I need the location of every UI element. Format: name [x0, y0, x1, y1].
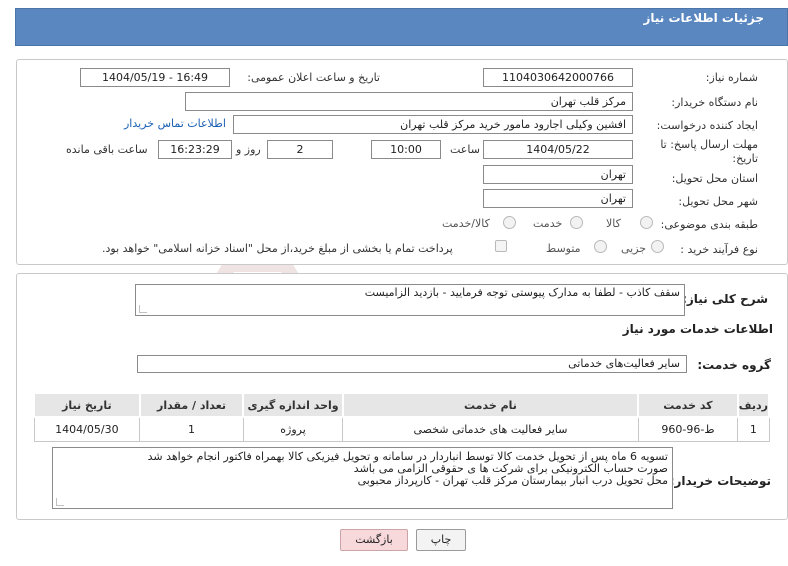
col-row-number: ردیف	[736, 392, 771, 418]
deadline-time-label: ساعت	[450, 143, 480, 156]
table-header-row: ردیف کد خدمت نام خدمت واحد اندازه گیری ت…	[33, 392, 771, 418]
category-option-goods-service: کالا/خدمت	[442, 217, 490, 230]
announce-datetime-label: تاریخ و ساعت اعلان عمومی:	[247, 71, 380, 84]
treasury-payment-checkbox[interactable]	[495, 240, 507, 252]
col-service-code: کد خدمت	[637, 392, 739, 418]
deadline-label: مهلت ارسال پاسخ: تا تاریخ:	[660, 138, 758, 165]
resize-grip-icon[interactable]	[139, 305, 147, 313]
col-need-date: تاریخ نیاز	[33, 392, 141, 418]
buyer-contact-link[interactable]: اطلاعات تماس خریدار	[124, 117, 226, 130]
category-radio-service[interactable]	[570, 216, 583, 229]
deadline-time-field[interactable]: 10:00	[371, 140, 441, 159]
category-radio-goods[interactable]	[640, 216, 653, 229]
need-number-field[interactable]: 1104030642000766	[483, 68, 633, 87]
remaining-time-label: ساعت باقی مانده	[66, 143, 148, 156]
city-label: شهر محل تحویل:	[678, 195, 758, 208]
treasury-payment-note: پرداخت تمام یا بخشی از مبلغ خرید،از محل …	[102, 242, 453, 255]
creator-label: ایجاد کننده درخواست:	[656, 119, 758, 132]
back-button[interactable]: بازگشت	[340, 529, 408, 551]
col-service-name: نام خدمت	[341, 392, 640, 418]
need-number-label: شماره نیاز:	[705, 71, 758, 84]
cell-quantity: 1	[139, 416, 244, 442]
cell-service-name: سایر فعالیت های خدماتی شخصی	[342, 416, 639, 442]
buyer-org-label: نام دستگاه خریدار:	[671, 96, 758, 109]
description-textarea[interactable]: سقف کاذب - لطفا به مدارک پیوستی توجه فرم…	[135, 284, 685, 316]
cell-service-code: ط-96-960	[637, 416, 739, 442]
process-radio-minor[interactable]	[651, 240, 664, 253]
buyer-org-field[interactable]: مرکز قلب تهران	[185, 92, 633, 111]
category-label: طبقه بندی موضوعی:	[660, 218, 758, 231]
creator-field[interactable]: افشین وکیلی اجارود مامور خرید مرکز قلب ت…	[233, 115, 633, 134]
buyer-notes-label: توضیحات خریدار:	[669, 474, 771, 488]
province-field[interactable]: تهران	[483, 165, 633, 184]
days-label: روز و	[236, 143, 261, 156]
cell-need-date: 1404/05/30	[33, 416, 141, 442]
buyer-notes-textarea[interactable]: تسویه 6 ماه پس از تحویل خدمت کالا توسط ا…	[52, 447, 673, 509]
process-option-medium: متوسط	[546, 242, 581, 255]
category-option-goods: کالا	[606, 217, 621, 230]
days-field[interactable]: 2	[267, 140, 333, 159]
col-quantity: تعداد / مقدار	[138, 392, 245, 418]
resize-grip-icon[interactable]	[56, 498, 64, 506]
description-label: شرح کلی نیاز:	[682, 292, 768, 306]
province-label: استان محل تحویل:	[671, 172, 758, 185]
city-field[interactable]: تهران	[483, 189, 633, 208]
cell-row-number: 1	[737, 416, 770, 442]
buyer-note-line: محل تحویل درب انبار بیمارستان مرکز قلب ت…	[357, 474, 668, 487]
page-title: جزئیات اطلاعات نیاز	[643, 11, 764, 25]
remaining-time-field[interactable]: 16:23:29	[158, 140, 232, 159]
services-table: ردیف کد خدمت نام خدمت واحد اندازه گیری ت…	[33, 392, 771, 442]
table-row[interactable]: 1 ط-96-960 سایر فعالیت های خدماتی شخصی پ…	[33, 416, 770, 442]
process-radio-medium[interactable]	[594, 240, 607, 253]
cell-unit: پروژه	[242, 416, 344, 442]
col-unit: واحد اندازه گیری	[242, 392, 344, 418]
print-button[interactable]: چاپ	[416, 529, 466, 551]
category-radio-goods-service[interactable]	[503, 216, 516, 229]
service-group-label: گروه خدمت:	[697, 358, 771, 372]
description-text: سقف کاذب - لطفا به مدارک پیوستی توجه فرم…	[364, 286, 680, 299]
services-title: اطلاعات خدمات مورد نیاز	[622, 322, 773, 336]
service-group-field[interactable]: سایر فعالیت‌های خدماتی	[137, 355, 687, 373]
deadline-date-field[interactable]: 1404/05/22	[483, 140, 633, 159]
process-option-minor: جزیی	[621, 242, 647, 255]
process-type-label: نوع فرآیند خرید :	[680, 243, 758, 256]
announce-datetime-field[interactable]: 1404/05/19 - 16:49	[80, 68, 230, 87]
category-option-service: خدمت	[533, 217, 563, 230]
